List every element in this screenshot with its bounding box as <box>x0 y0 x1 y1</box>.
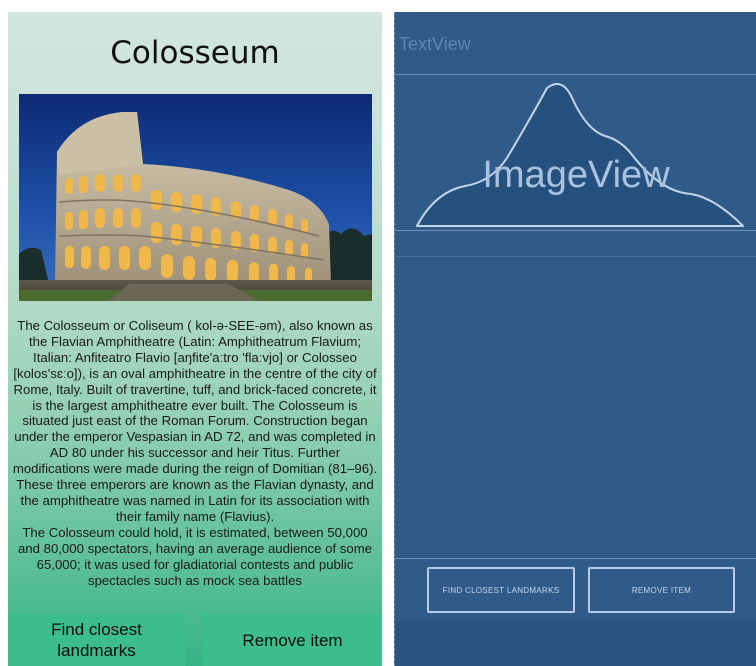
blueprint-imageview[interactable]: ImageView <box>395 74 756 231</box>
blueprint-find-button[interactable]: FIND CLOSEST LANDMARKS <box>427 567 575 613</box>
screen-root: Colosseum The Colosseum or Coliseum (ko… <box>0 0 756 666</box>
blueprint-button-bar: FIND CLOSEST LANDMARKS REMOVE ITEM <box>395 558 756 622</box>
app-preview: Colosseum The Colosseum or Coliseum (ko… <box>8 12 382 666</box>
blueprint-imageview-label: ImageView <box>482 154 670 196</box>
blueprint-textview[interactable]: TextView <box>395 12 756 75</box>
remove-item-button[interactable]: Remove item <box>203 614 382 666</box>
blueprint-remove-button[interactable]: REMOVE ITEM <box>588 567 735 613</box>
landmark-title: Colosseum <box>110 35 280 71</box>
blueprint-bottom-bar <box>395 621 756 666</box>
blueprint-guideline <box>395 256 756 257</box>
description-paragraph: The Colosseum could hold, it is estimate… <box>17 524 373 588</box>
blueprint-textview-label: TextView <box>399 34 471 54</box>
mountain-icon <box>416 83 744 227</box>
find-closest-landmarks-button[interactable]: Find closest landmarks <box>8 614 185 666</box>
blueprint-preview: TextView ImageView FIND CLOSEST LANDMARK… <box>394 12 756 666</box>
landmark-photo <box>19 94 372 301</box>
description-paragraph: The Colosseum or Coliseum ( kol-ə-SEE-əm… <box>12 318 378 524</box>
landmark-description: The Colosseum or Coliseum ( kol-ə-SEE-əm… <box>10 318 380 610</box>
